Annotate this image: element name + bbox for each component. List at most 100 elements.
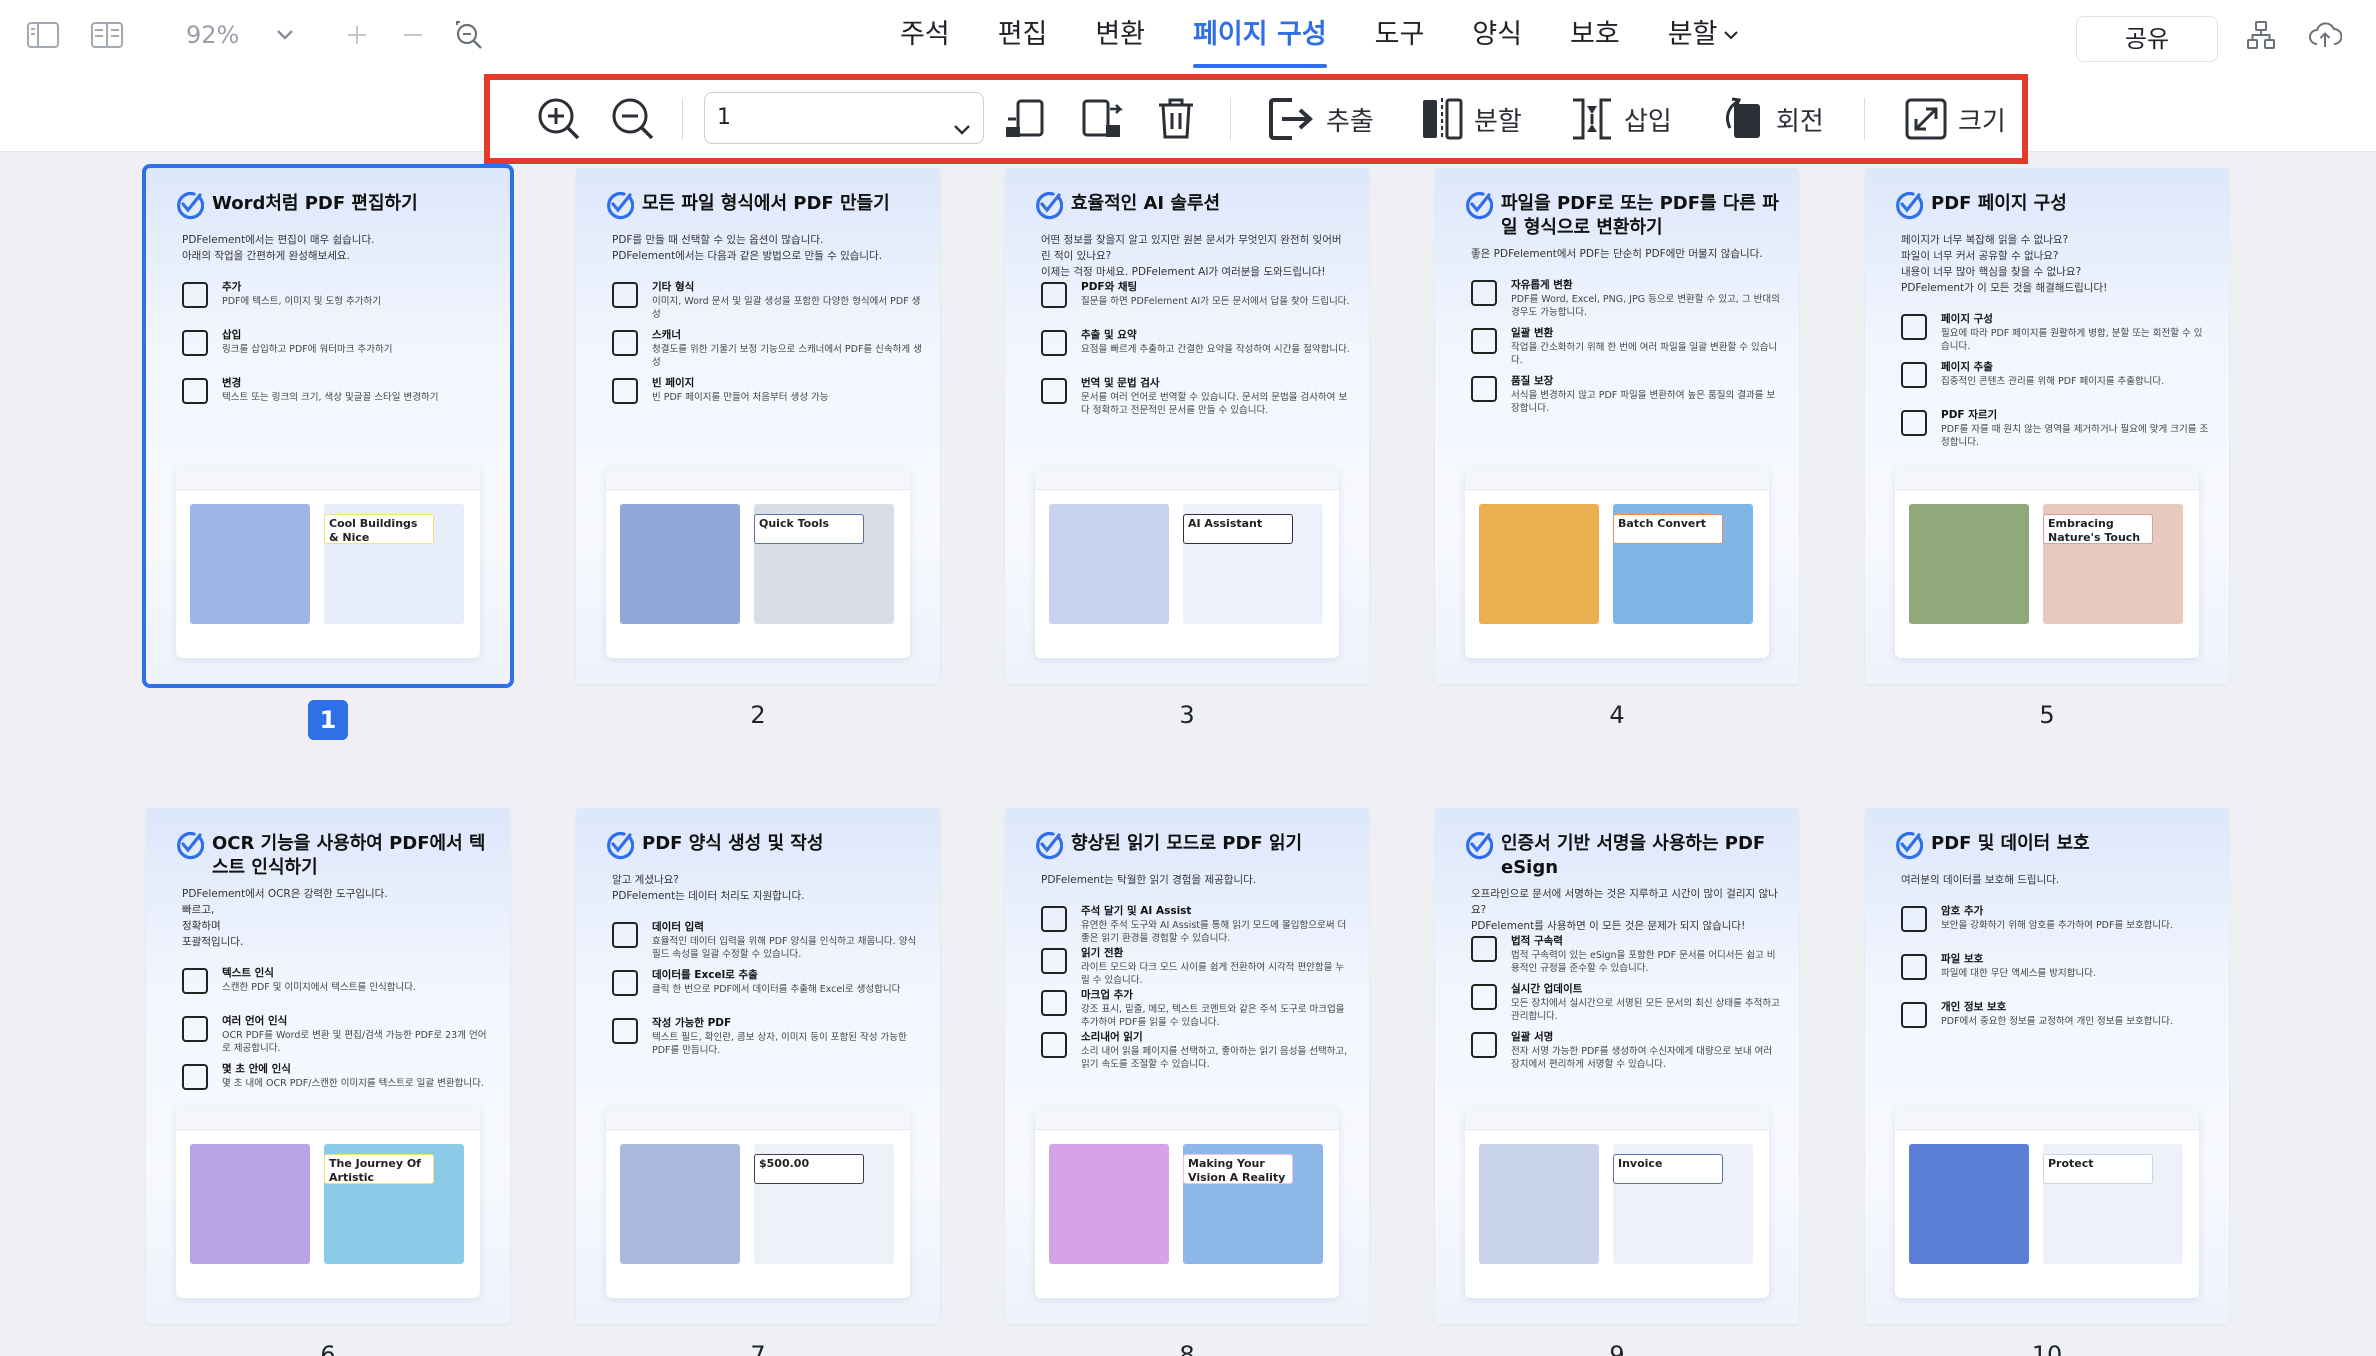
- insert-icon: [1573, 98, 1611, 140]
- cloud-upload-icon[interactable]: [2308, 20, 2342, 50]
- page-view-icon[interactable]: [90, 20, 124, 50]
- feature-name: 삽입: [222, 329, 242, 341]
- feature-name: 추출 및 요약: [1081, 329, 1137, 341]
- page-thumbnail[interactable]: 효율적인 AI 솔루션어떤 정보를 찾을지 알고 있지만 원본 문서가 무엇인지…: [1005, 168, 1369, 684]
- app-screenshot-preview: The Journey Of Artistic Creation: [176, 1108, 480, 1298]
- feature-name: 데이터 입력: [652, 921, 704, 933]
- insert-button[interactable]: 삽입: [1570, 90, 1672, 148]
- delete-page-button[interactable]: [1156, 90, 1196, 148]
- menu-edit[interactable]: 편집: [974, 0, 1072, 70]
- page-thumbnail[interactable]: 파일을 PDF로 또는 PDF를 다른 파일 형식으로 변환하기 좋은 PDFel…: [1435, 168, 1799, 684]
- page-number-select[interactable]: 1: [704, 92, 984, 144]
- feature-name: 주석 달기 및 AI Assist: [1081, 905, 1192, 917]
- org-chart-icon[interactable]: [2244, 20, 2278, 50]
- page-number-label[interactable]: 6: [146, 1340, 510, 1356]
- page-number-label[interactable]: 2: [576, 700, 940, 730]
- menu-annotate[interactable]: 주석: [876, 0, 974, 70]
- extract-button[interactable]: 추출: [1268, 90, 1374, 148]
- page-number-label[interactable]: 8: [1005, 1340, 1369, 1356]
- menu-form[interactable]: 양식: [1448, 0, 1546, 70]
- feature-description: 링크를 삽입하고 PDF에 워터마크 추가하기: [222, 344, 393, 355]
- page-title: 인증서 기반 서명을 사용하는 PDF eSign: [1501, 833, 1766, 878]
- feature-description: 법적 구속력이 있는 eSign을 포함한 PDF 문서를 어디서든 쉽고 비용…: [1511, 950, 1776, 974]
- menu-split[interactable]: 분할: [1644, 0, 1764, 70]
- split-button[interactable]: 분할: [1420, 90, 1522, 148]
- page-intro-text: PDFelement에서는 편집이 매우 쉽습니다. 아래의 작업을 간편하게 …: [182, 234, 375, 262]
- page-intro-text: 페이지가 너무 복잡해 읽을 수 없나요? 파일이 너무 커서 공유할 수 없나…: [1901, 234, 2108, 294]
- feature-icon: [1041, 330, 1067, 356]
- preview-caption: Batch Convert: [1613, 514, 1723, 544]
- insert-after-icon: [1082, 99, 1124, 137]
- page-thumbnail[interactable]: PDF 및 데이터 보호 여러분의 데이터를 보호해 드립니다. 암호 추가 보안을 …: [1865, 808, 2229, 1324]
- feature-item: 번역 및 문법 검사 문서를 여러 언어로 번역할 수 있습니다. 문서의 문법을…: [1041, 376, 1351, 420]
- insert-page-before-button[interactable]: [1004, 90, 1048, 148]
- menu-page-organize[interactable]: 페이지 구성: [1169, 0, 1351, 70]
- preview-image-block: [1909, 504, 2029, 624]
- preview-toolbar: [176, 1108, 480, 1130]
- feature-description: 스캔한 PDF 및 이미지에서 텍스트를 인식합니다.: [222, 982, 416, 993]
- insert-page-after-button[interactable]: [1080, 90, 1124, 148]
- page-title: PDF 양식 생성 및 작성: [642, 833, 824, 854]
- page-number: 1: [308, 700, 348, 740]
- menu-convert[interactable]: 변환: [1071, 0, 1169, 70]
- page-number-label[interactable]: 7: [576, 1340, 940, 1356]
- page-thumbnail[interactable]: PDF 양식 생성 및 작성 알고 계셨나요? PDFelement는 데이터 처…: [576, 808, 940, 1324]
- resize-button[interactable]: 크기: [1904, 90, 2006, 148]
- page-thumbnail[interactable]: 인증서 기반 서명을 사용하는 PDF eSign 오프라인으로 문서에 서명하는…: [1435, 808, 1799, 1324]
- page-thumbnail[interactable]: OCR 기능을 사용하여 PDF에서 텍스트 인식하기 PDFelement에서 …: [146, 808, 510, 1324]
- page-number-label[interactable]: 9: [1435, 1340, 1799, 1356]
- menu-label: 양식: [1472, 19, 1523, 50]
- insert-label: 삽입: [1624, 106, 1672, 137]
- page-number-label[interactable]: 5: [1865, 700, 2229, 730]
- page-number-label[interactable]: 1: [146, 700, 510, 740]
- zoom-in-icon[interactable]: [340, 20, 374, 50]
- feature-icon: [612, 330, 638, 356]
- page-title: 효율적인 AI 솔루션: [1071, 193, 1221, 214]
- page-thumbnail[interactable]: Word처럼 PDF 편집하기 PDFelement에서는 편집이 매우 쉽습니다…: [142, 164, 514, 688]
- preview-image-block: [190, 1144, 310, 1264]
- rotate-label: 회전: [1776, 106, 1824, 137]
- zoom-in-page-button[interactable]: [536, 90, 582, 148]
- page-thumbnail[interactable]: PDF 페이지 구성 페이지가 너무 복잡해 읽을 수 없나요? 파일이 너무 커…: [1865, 168, 2229, 684]
- menu-tools[interactable]: 도구: [1351, 0, 1449, 70]
- preview-image-block: [620, 1144, 740, 1264]
- page-thumbnail[interactable]: 모든 파일 형식에서 PDF 만들기 PDF를 만들 때 선택할 수 있는 옵션이…: [576, 168, 940, 684]
- feature-icon: [1471, 376, 1497, 402]
- share-button[interactable]: 공유: [2076, 16, 2218, 62]
- feature-name: 여러 언어 인식: [222, 1015, 288, 1027]
- page-number: 2: [750, 701, 766, 729]
- zoom-level[interactable]: 92%: [186, 20, 239, 50]
- sidebar-toggle-icon[interactable]: [26, 20, 60, 50]
- page-thumbnail[interactable]: 향상된 읽기 모드로 PDF 읽기 PDFelement는 탁월한 읽기 경험을 …: [1005, 808, 1369, 1324]
- feature-item: 작성 가능한 PDF 텍스트 필드, 확인란, 콤보 상자, 이미지 등이 포함된…: [612, 1016, 922, 1060]
- page-number-label[interactable]: 4: [1435, 700, 1799, 730]
- zoom-out-page-button[interactable]: [610, 90, 656, 148]
- checkmark-icon: [1896, 191, 1923, 220]
- feature-item: 여러 언어 인식 OCR PDF를 Word로 변환 및 편집/검색 가능한 PD…: [182, 1014, 492, 1058]
- feature-item: 데이터 입력 효율적인 데이터 입력을 위해 PDF 양식을 인식하고 채웁니다.…: [612, 920, 922, 964]
- zoom-out-icon[interactable]: [396, 20, 430, 50]
- feature-item: PDF와 채팅 질문을 하면 PDFelement AI가 모든 문서에서 답을 …: [1041, 280, 1351, 324]
- search-zoom-icon[interactable]: [452, 20, 486, 50]
- feature-icon: [612, 1018, 638, 1044]
- page-intro-text: 어떤 정보를 찾을지 알고 있지만 원본 문서가 무엇인지 완전히 잊어버린 적…: [1041, 234, 1342, 278]
- feature-description: 질문을 하면 PDFelement AI가 모든 문서에서 답을 찾아 드립니다…: [1081, 296, 1350, 307]
- app-screenshot-preview: Cool Buildings & Nice Gradients: [176, 468, 480, 658]
- feature-description: 서식을 변경하지 않고 PDF 파일을 변환하여 높은 품질의 결과를 보장합니…: [1511, 390, 1776, 414]
- feature-icon: [1471, 936, 1497, 962]
- menu-label: 페이지 구성: [1193, 19, 1327, 50]
- page-number-label[interactable]: 10: [1865, 1340, 2229, 1356]
- preview-image-block: [1479, 1144, 1599, 1264]
- feature-description: 전자 서명 가능한 PDF를 생성하여 수신자에게 대량으로 보내 여러 장치에…: [1511, 1046, 1773, 1070]
- preview-caption: Embracing Nature's Touch: [2043, 514, 2153, 544]
- feature-item: 법적 구속력 법적 구속력이 있는 eSign을 포함한 PDF 문서를 어디서든…: [1471, 934, 1781, 978]
- checkmark-icon: [1466, 191, 1493, 220]
- page-number-label[interactable]: 3: [1005, 700, 1369, 730]
- feature-item: 일괄 변환 작업을 간소화하기 위해 한 번에 여러 파일을 일괄 변환할 수 있…: [1471, 326, 1781, 370]
- feature-description: 유연한 주석 도구와 AI Assist를 통해 읽기 모드에 몰입함으로써 더…: [1081, 920, 1347, 944]
- feature-name: 마크업 추가: [1081, 989, 1133, 1001]
- zoom-dropdown-chevron-icon[interactable]: [268, 20, 302, 50]
- rotate-button[interactable]: 회전: [1722, 90, 1824, 148]
- app-screenshot-preview: AI Assistant: [1035, 468, 1339, 658]
- menu-protect[interactable]: 보호: [1546, 0, 1644, 70]
